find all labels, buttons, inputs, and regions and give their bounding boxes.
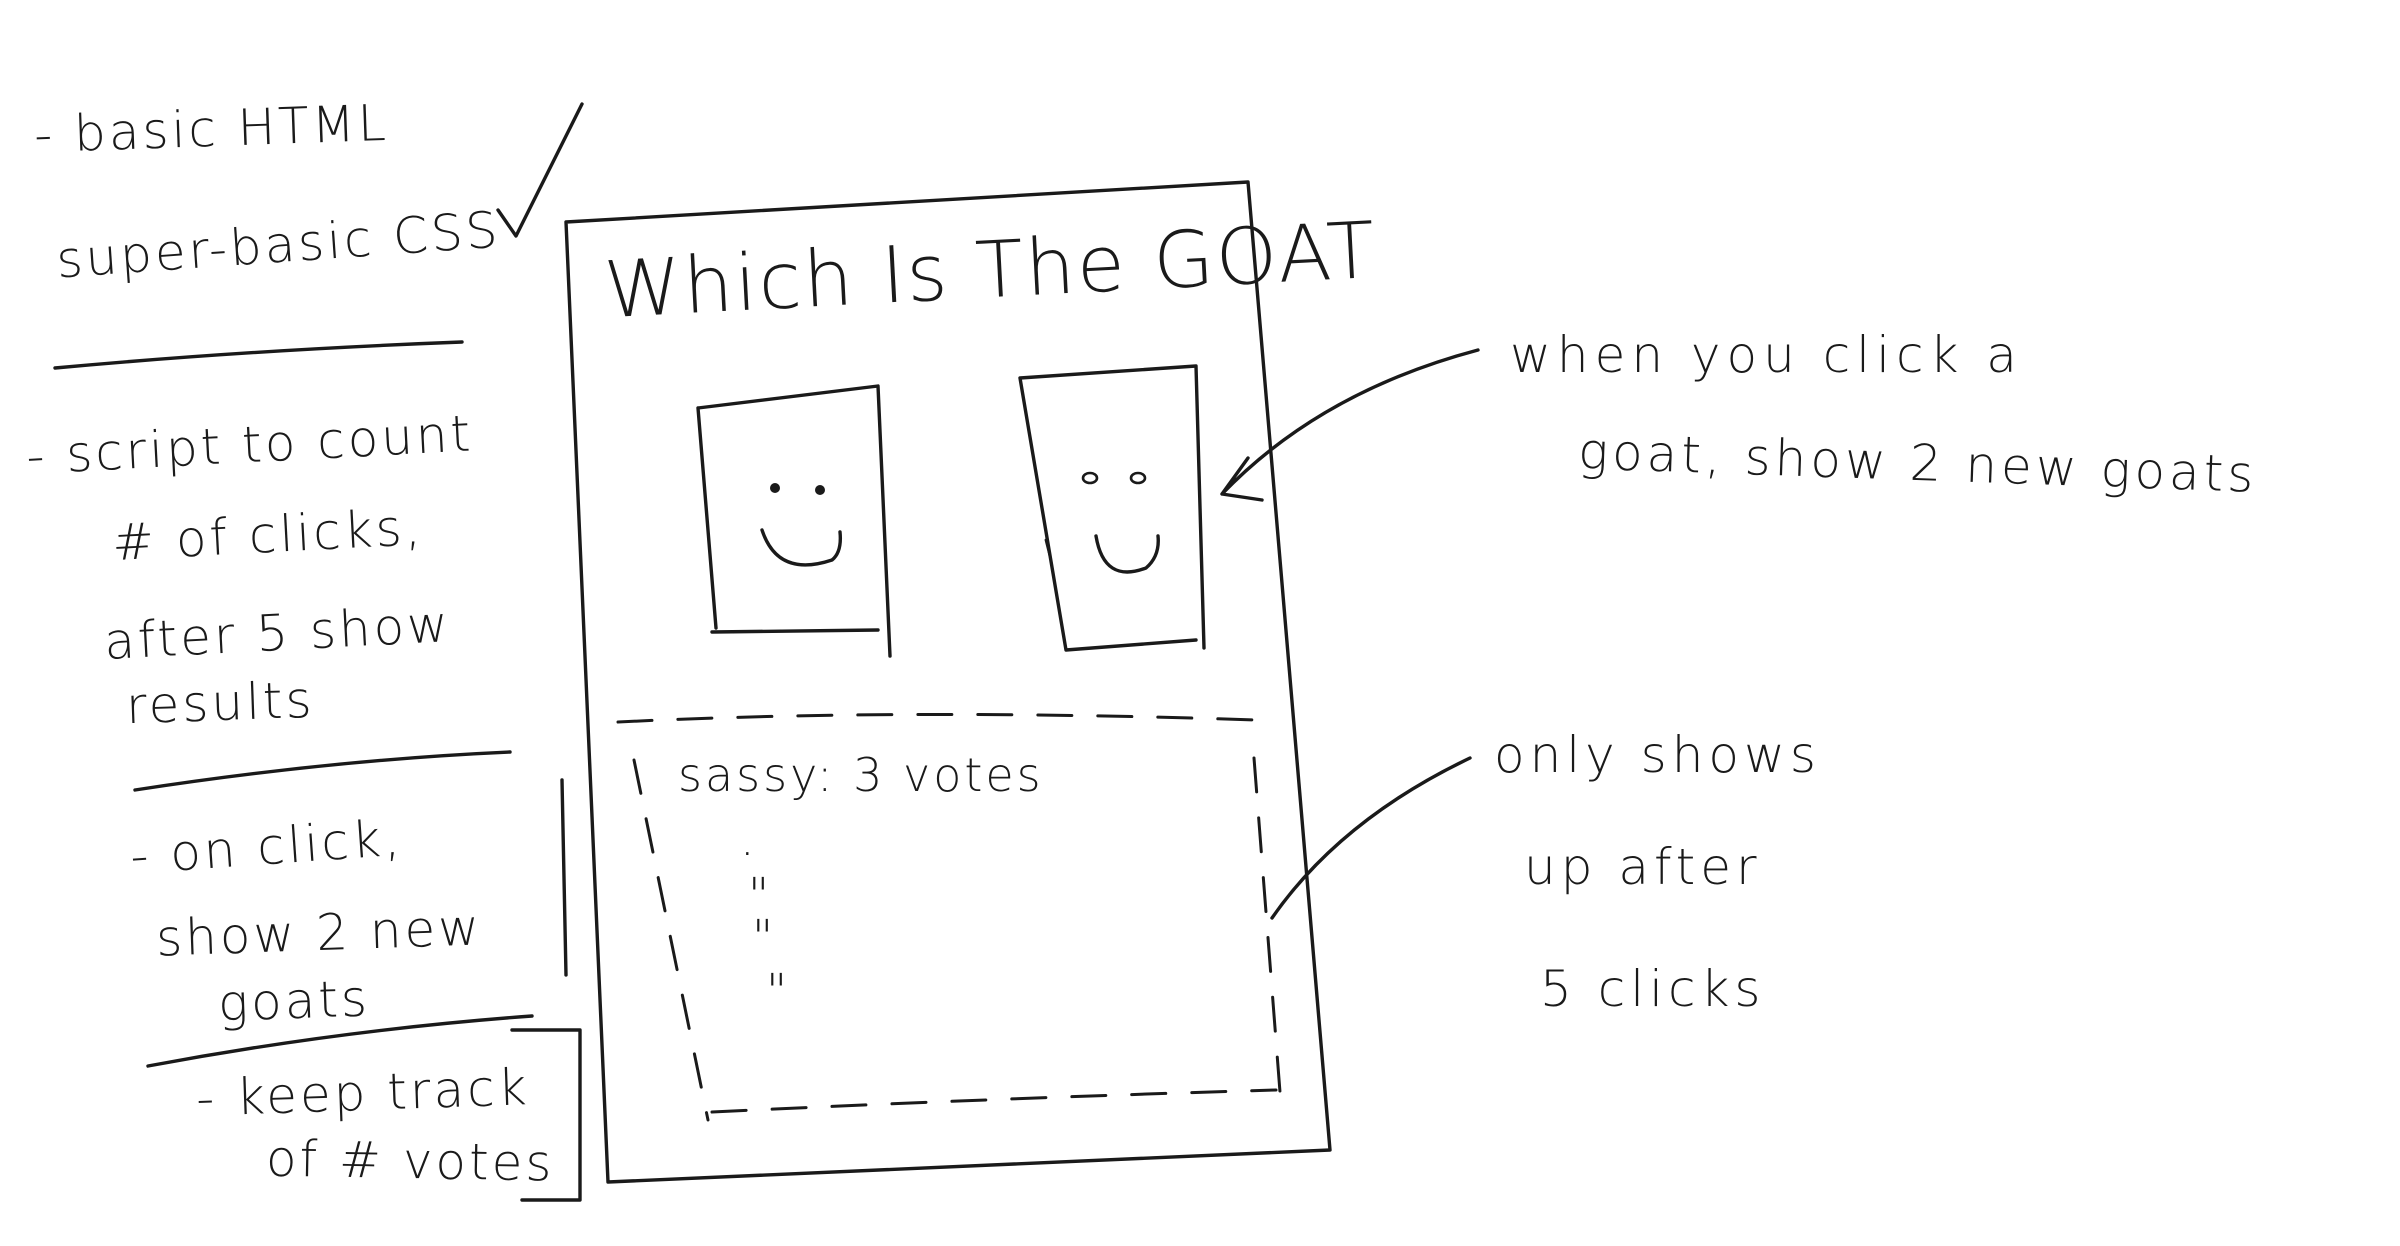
goat-right-smile	[1094, 534, 1160, 574]
divider-1	[53, 340, 464, 370]
note-of-votes: of # votes	[265, 1129, 555, 1193]
note-goats: goats	[217, 969, 371, 1033]
ditto-mark-3: "	[752, 910, 777, 964]
checkmark-icon	[496, 102, 584, 238]
note-show-two-new: show 2 new	[155, 898, 484, 968]
note-number-of-clicks: # of clicks,	[110, 497, 425, 573]
annotation-up-after: up after	[1524, 838, 1762, 896]
divider-2	[133, 750, 512, 792]
line-to-results	[1270, 756, 1472, 920]
goat-card-right	[1018, 364, 1206, 652]
note-keep-track: - keep track	[195, 1058, 531, 1128]
goat-right-eye-left	[1081, 471, 1099, 485]
annotation-when-click: when you click a	[1510, 326, 2023, 384]
results-entry: sassy: 3 votes	[678, 748, 1044, 802]
note-basic-html: - basic HTML	[33, 93, 390, 165]
goat-left-eye-left	[770, 483, 780, 493]
arrow-to-goat	[1220, 348, 1480, 502]
note-results: results	[125, 670, 316, 736]
annotation-only-shows: only shows	[1494, 726, 1821, 784]
goat-left-eye-right	[815, 485, 825, 495]
goat-card-left	[696, 384, 892, 658]
ditto-mark-4: "	[766, 964, 791, 1018]
margin-line	[560, 778, 568, 977]
annotation-five-clicks: 5 clicks	[1540, 960, 1766, 1018]
goat-right-eye-right	[1129, 471, 1147, 485]
goat-left-smile	[760, 528, 843, 567]
